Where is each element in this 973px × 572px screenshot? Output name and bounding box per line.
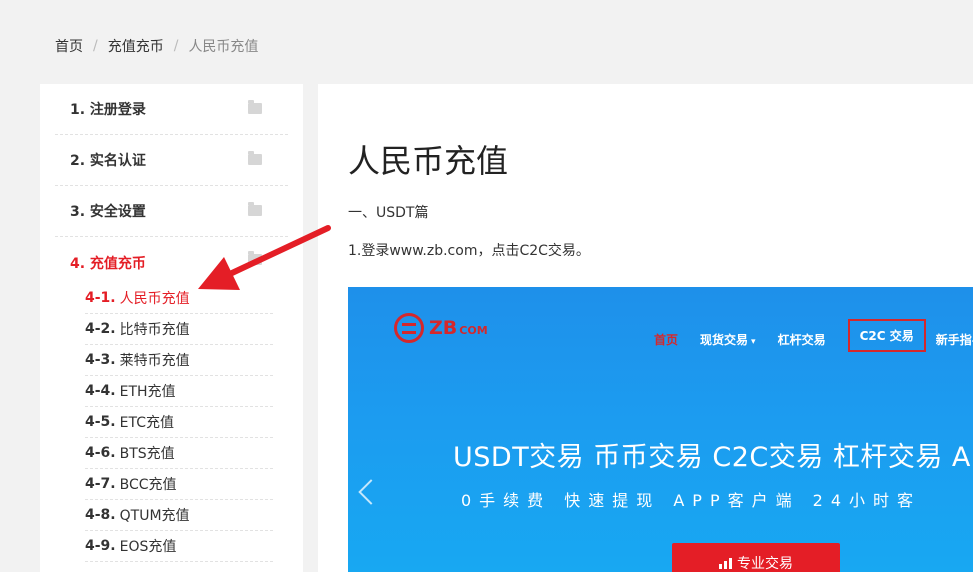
folder-icon [248, 251, 262, 265]
sidebar: 1. 注册登录 2. 实名认证 3. 安全设置 4. 充值充币 4-1. 人民币… [40, 84, 303, 572]
sidebar-item-number: 4-4. [85, 383, 116, 399]
sidebar-item-ltc-deposit[interactable]: 4-3. 莱特币充值 [85, 345, 273, 376]
sidebar-section-deposit[interactable]: 4. 充值充币 [55, 237, 288, 283]
breadcrumb-section[interactable]: 充值充币 [108, 36, 164, 56]
sidebar-section-security[interactable]: 3. 安全设置 [55, 186, 288, 237]
breadcrumb: 首页 / 充值充币 / 人民币充值 [55, 36, 258, 56]
sidebar-item-label: BTS充值 [119, 446, 175, 462]
sidebar-item-eth-deposit[interactable]: 4-4. ETH充值 [85, 376, 273, 407]
banner-headline: USDT交易 币币交易 C2C交易 杠杆交易 A [453, 442, 971, 473]
breadcrumb-home[interactable]: 首页 [55, 36, 83, 56]
sidebar-item-number: 4-8. [85, 507, 116, 523]
chevron-left-icon [358, 479, 384, 505]
sidebar-section-label: 4. 充值充币 [70, 256, 146, 272]
sidebar-item-number: 4-9. [85, 538, 116, 554]
sidebar-item-label: BCC充值 [119, 477, 177, 493]
sidebar-item-qtum-deposit[interactable]: 4-8. QTUM充值 [85, 500, 273, 531]
sidebar-item-eos-deposit[interactable]: 4-9. EOS充值 [85, 531, 273, 562]
sidebar-item-number: 4-6. [85, 445, 116, 461]
sidebar-item-number: 4-3. [85, 352, 116, 368]
caret-down-icon: ▾ [751, 337, 756, 347]
sidebar-section-label: 3. 安全设置 [70, 204, 146, 220]
breadcrumb-separator: / [93, 38, 98, 54]
sidebar-item-number: 4-1. [85, 290, 116, 306]
folder-icon [248, 202, 262, 216]
sidebar-section-register[interactable]: 1. 注册登录 [55, 84, 288, 135]
zb-logo-icon [394, 313, 424, 343]
zb-logo-suffix: COM [459, 324, 488, 337]
sidebar-section-label: 1. 注册登录 [70, 102, 146, 118]
bar-chart-icon [719, 557, 732, 569]
pro-trade-button: 专业交易 [672, 543, 840, 572]
nav-c2c-trade-highlight: C2C 交易 [847, 319, 926, 352]
sidebar-item-number: 4-5. [85, 414, 116, 430]
sidebar-sub-list: 4-1. 人民币充值 4-2. 比特币充值 4-3. 莱特币充值 4-4. ET… [55, 283, 288, 562]
pro-trade-label: 专业交易 [737, 556, 793, 572]
breadcrumb-current: 人民币充值 [188, 39, 259, 55]
sidebar-item-bts-deposit[interactable]: 4-6. BTS充值 [85, 438, 273, 469]
sidebar-item-bcc-deposit[interactable]: 4-7. BCC充值 [85, 469, 273, 500]
sidebar-item-label: 莱特币充值 [119, 353, 190, 369]
nav-spot-trade: 现货交易 ▾ [700, 331, 756, 348]
sidebar-item-cny-deposit[interactable]: 4-1. 人民币充值 [85, 283, 273, 314]
help-page: 首页 / 充值充币 / 人民币充值 1. 注册登录 2. 实名认证 3. 安全设… [0, 0, 973, 572]
nav-spot-trade-label: 现货交易 [700, 333, 749, 347]
section-heading: 一、USDT篇 [348, 205, 429, 221]
zb-logo-text: ZB COM [429, 317, 488, 339]
sidebar-item-label: ETH充值 [119, 384, 176, 400]
zb-logo-wordmark: ZB [429, 317, 458, 339]
sidebar-item-label: 人民币充值 [119, 291, 190, 307]
sidebar-section-verification[interactable]: 2. 实名认证 [55, 135, 288, 186]
zb-logo: ZB COM [394, 313, 488, 343]
folder-icon [248, 100, 262, 114]
sidebar-item-etc-deposit[interactable]: 4-5. ETC充值 [85, 407, 273, 438]
sidebar-item-label: QTUM充值 [119, 508, 190, 524]
banner-subline: 0手续费 快速提现 APP客户端 24小时客 [461, 491, 922, 510]
sidebar-item-btc-deposit[interactable]: 4-2. 比特币充值 [85, 314, 273, 345]
tutorial-screenshot: ZBCOM 首页 现货交易▾ 杠杆交易 C2C 交易 新手指导 USDT交易 币… [348, 287, 973, 572]
article-panel: 人民币充值 一、USDT篇 1.登录www.zb.com，点击C2C交易。 ZB… [318, 84, 973, 572]
page-title: 人民币充值 [348, 142, 509, 180]
nav-leverage-trade: 杠杆交易 [777, 333, 826, 347]
sidebar-item-label: 比特币充值 [119, 322, 190, 338]
sidebar-section-label: 2. 实名认证 [70, 153, 146, 169]
sidebar-item-label: ETC充值 [119, 415, 174, 431]
folder-icon [248, 151, 262, 165]
step-text: 1.登录www.zb.com，点击C2C交易。 [348, 243, 590, 259]
sidebar-item-number: 4-2. [85, 321, 116, 337]
sidebar-item-label: EOS充值 [119, 539, 177, 555]
nav-beginner-guide: 新手指导 [935, 333, 973, 347]
breadcrumb-separator: / [173, 38, 179, 54]
nav-home: 首页 [654, 333, 679, 347]
sidebar-item-number: 4-7. [85, 476, 116, 492]
site-nav: 首页 现货交易▾ 杠杆交易 C2C 交易 新手指导 [654, 319, 973, 352]
